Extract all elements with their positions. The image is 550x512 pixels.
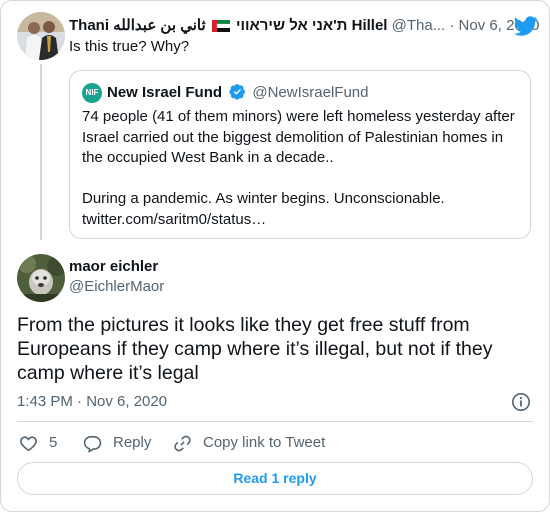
quoted-author-avatar[interactable]: NIF <box>82 83 102 103</box>
parent-author-handle[interactable]: @Tha... <box>392 17 446 34</box>
reply-label: Reply <box>113 434 152 451</box>
quoted-tweet-card[interactable]: NIF New Israel Fund @NewIsraelFund 74 pe… <box>69 70 531 239</box>
parent-author-name[interactable]: Thani <box>69 17 109 34</box>
like-count: 5 <box>49 434 58 451</box>
main-author-name[interactable]: maor eichler <box>69 257 158 277</box>
twitter-bird-icon[interactable] <box>514 14 538 38</box>
reply-bubble-icon <box>83 435 102 453</box>
reply-button[interactable]: Reply <box>83 432 151 454</box>
main-text-line: camp where it’s legal <box>17 362 199 384</box>
parent-tweet-text: Is this true? Why? <box>69 38 190 55</box>
tweet-actions-bar: 5 Reply Copy link to Tweet <box>17 432 537 454</box>
quoted-text-line: the occupied West Bank in a decade.. <box>82 149 334 166</box>
quoted-author-name[interactable]: New Israel Fund <box>107 84 222 101</box>
quoted-text-line: During a pandemic. As winter begins. Unc… <box>82 190 445 207</box>
main-author-handle[interactable]: @EichlerMaor <box>69 277 164 297</box>
copy-link-label: Copy link to Tweet <box>203 434 326 451</box>
uae-flag-icon <box>211 20 230 32</box>
parent-author-name-hebrew[interactable]: ת'אני אל שיראווי <box>236 17 347 34</box>
main-author-avatar[interactable] <box>17 254 65 302</box>
tweet-timestamp[interactable]: 1:43 PM · Nov 6, 2020 <box>17 392 167 412</box>
main-tweet-text: From the pictures it looks like they get… <box>17 313 533 385</box>
like-button[interactable]: 5 <box>19 432 57 454</box>
parent-tweet-header: Thani ת'אני אל שיראווי ثاني بن عبدالله H… <box>69 15 539 37</box>
copy-link-button[interactable]: Copy link to Tweet <box>173 432 325 454</box>
main-text-line: From the pictures it looks like they get… <box>17 314 470 336</box>
heart-icon <box>20 435 37 451</box>
verified-badge-icon <box>229 84 246 100</box>
link-icon <box>174 435 191 451</box>
parent-author-avatar[interactable] <box>17 12 65 60</box>
divider <box>17 421 533 422</box>
main-text-line: Europeans if they camp where it’s illega… <box>17 338 493 360</box>
thread-connector-line <box>40 64 42 240</box>
quoted-tweet-text: 74 people (41 of them minors) were left … <box>82 107 522 230</box>
quoted-tweet-link[interactable]: twitter.com/saritm0/status… <box>82 210 522 231</box>
quoted-text-line: Israel carried out the biggest demolitio… <box>82 128 504 146</box>
quoted-text-line: 74 people (41 of them minors) were left … <box>82 108 515 125</box>
info-icon[interactable] <box>511 392 531 412</box>
quoted-tweet-header: New Israel Fund @NewIsraelFund <box>107 82 368 104</box>
separator-dot: · <box>449 17 455 34</box>
quoted-author-handle[interactable]: @NewIsraelFund <box>252 84 368 101</box>
read-replies-button[interactable]: Read 1 reply <box>17 462 533 495</box>
